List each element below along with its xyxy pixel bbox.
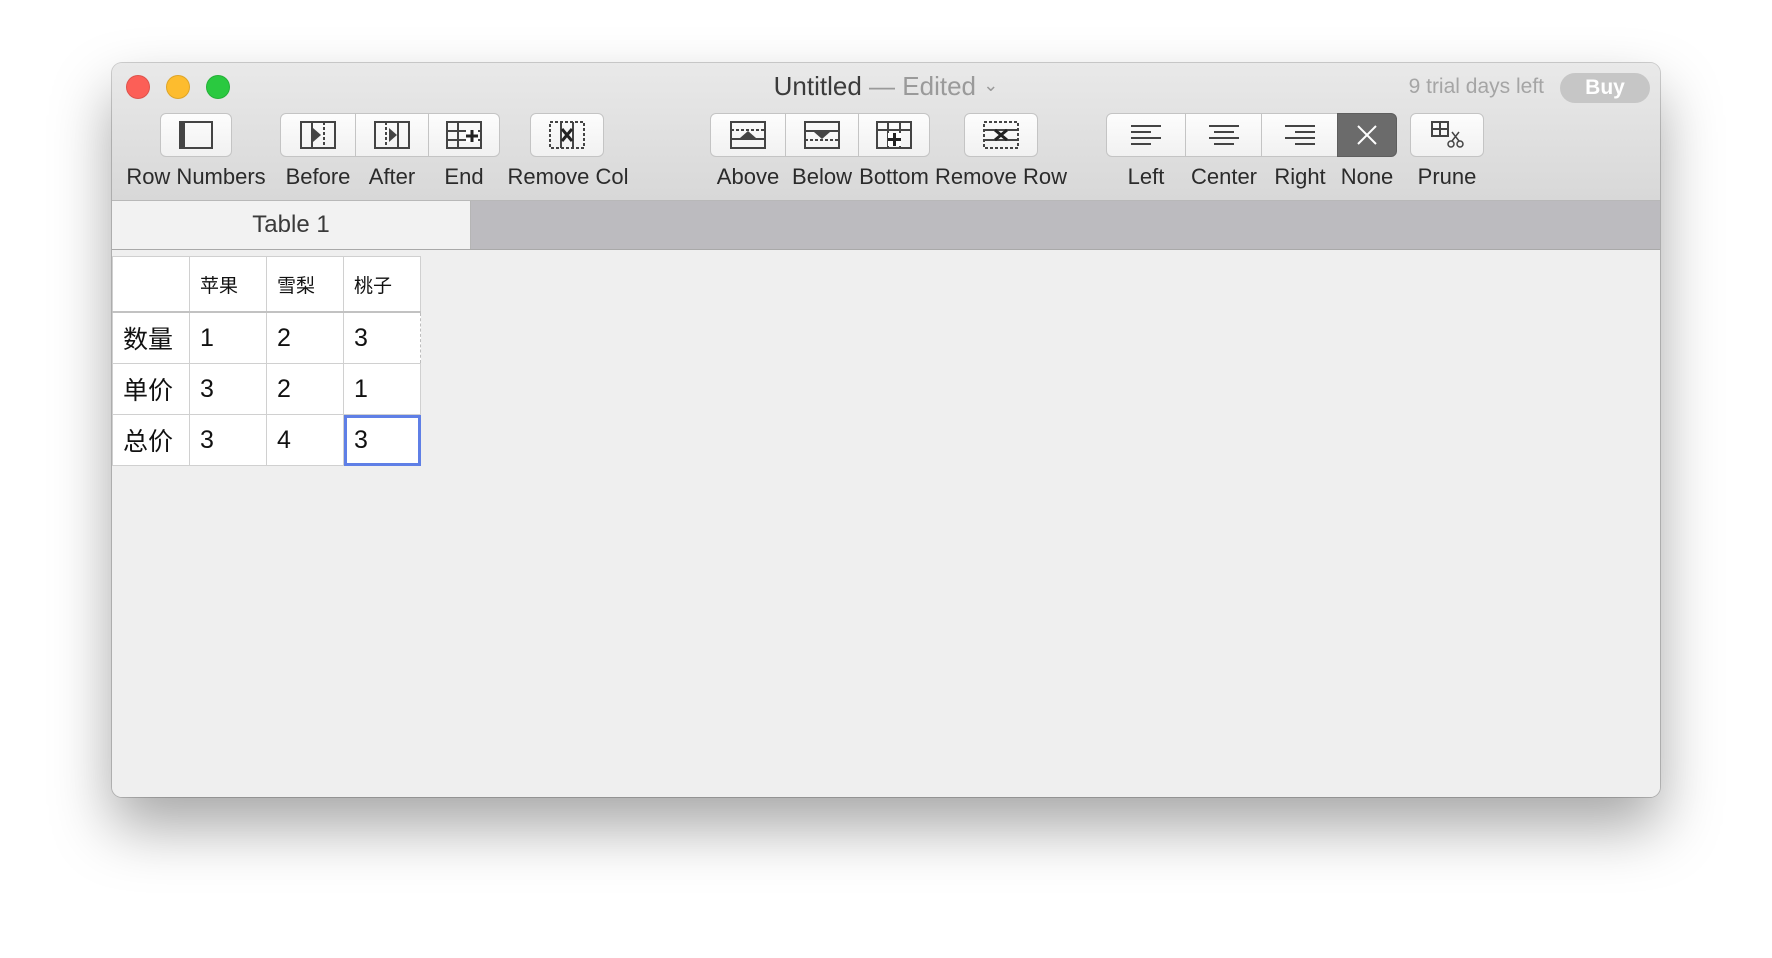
insert-end-icon bbox=[446, 121, 482, 149]
insert-after-icon bbox=[374, 121, 410, 149]
table-row: 单价 3 2 1 bbox=[112, 363, 421, 415]
insert-column-before-button[interactable] bbox=[280, 113, 356, 157]
table-cell[interactable]: 3 bbox=[189, 363, 267, 415]
table-cell[interactable]: 4 bbox=[266, 414, 344, 466]
corner-cell[interactable] bbox=[112, 256, 190, 313]
table-cell[interactable]: 2 bbox=[266, 311, 344, 364]
insert-row-bottom-button[interactable] bbox=[858, 113, 930, 157]
align-left-icon bbox=[1131, 125, 1161, 145]
table-row: 总价 3 4 3 bbox=[112, 414, 421, 466]
prune-label: Prune bbox=[1417, 164, 1477, 189]
center-label: Center bbox=[1190, 164, 1258, 189]
insert-below-icon bbox=[804, 121, 840, 149]
remove-row-label: Remove Row bbox=[934, 164, 1068, 189]
right-label: Right bbox=[1274, 164, 1326, 189]
edited-status: — Edited bbox=[869, 71, 976, 101]
row-header[interactable]: 单价 bbox=[112, 363, 190, 415]
table-canvas: 苹果 雪梨 桃子 数量 1 2 3 单价 3 2 1 总价 3 4 3 bbox=[112, 250, 1660, 797]
remove-column-icon bbox=[549, 121, 585, 149]
remove-row-button[interactable] bbox=[964, 113, 1038, 157]
scissors-icon bbox=[1431, 121, 1464, 148]
close-window-button[interactable] bbox=[126, 75, 150, 99]
row-numbers-label: Row Numbers bbox=[126, 164, 266, 189]
remove-col-label: Remove Col bbox=[507, 164, 629, 189]
prune-button[interactable] bbox=[1410, 113, 1484, 157]
align-center-button[interactable] bbox=[1185, 113, 1262, 157]
table-cell[interactable]: 1 bbox=[189, 311, 267, 364]
remove-row-icon bbox=[983, 121, 1019, 149]
close-icon bbox=[1357, 125, 1377, 145]
none-label: None bbox=[1340, 164, 1394, 189]
insert-column-end-button[interactable] bbox=[428, 113, 500, 157]
table-cell[interactable]: 3 bbox=[189, 414, 267, 466]
align-left-button[interactable] bbox=[1106, 113, 1186, 157]
buy-button[interactable]: Buy bbox=[1560, 73, 1650, 103]
insert-row-above-button[interactable] bbox=[710, 113, 786, 157]
insert-before-icon bbox=[300, 121, 336, 149]
before-label: Before bbox=[285, 164, 351, 189]
sheet-tab-bar: Table 1 bbox=[112, 201, 1660, 250]
row-header[interactable]: 数量 bbox=[112, 311, 190, 364]
zoom-window-button[interactable] bbox=[206, 75, 230, 99]
column-header[interactable]: 雪梨 bbox=[266, 256, 344, 313]
table-cell[interactable]: 3 bbox=[343, 311, 421, 364]
trial-days-text: 9 trial days left bbox=[1408, 75, 1544, 98]
align-right-icon bbox=[1284, 125, 1315, 145]
row-numbers-button[interactable] bbox=[160, 113, 232, 157]
align-none-button[interactable] bbox=[1337, 113, 1397, 157]
insert-row-below-button[interactable] bbox=[785, 113, 859, 157]
column-header[interactable]: 桃子 bbox=[343, 256, 421, 313]
table-row: 数量 1 2 3 bbox=[112, 311, 421, 364]
selected-table-cell[interactable]: 3 bbox=[343, 414, 421, 466]
left-label: Left bbox=[1127, 164, 1165, 189]
row-header[interactable]: 总价 bbox=[112, 414, 190, 466]
insert-bottom-icon bbox=[876, 121, 912, 149]
remove-column-button[interactable] bbox=[530, 113, 604, 157]
after-label: After bbox=[368, 164, 416, 189]
minimize-window-button[interactable] bbox=[166, 75, 190, 99]
table-header-row: 苹果 雪梨 桃子 bbox=[112, 256, 421, 313]
table-cell[interactable]: 1 bbox=[343, 363, 421, 415]
align-center-icon bbox=[1208, 125, 1239, 145]
column-header[interactable]: 苹果 bbox=[189, 256, 267, 313]
app-window: Untitled — Edited ⌄ 9 trial days left Bu… bbox=[112, 63, 1660, 797]
row-numbers-icon bbox=[179, 121, 213, 149]
table-cell[interactable]: 2 bbox=[266, 363, 344, 415]
titlebar-toolbar: Untitled — Edited ⌄ 9 trial days left Bu… bbox=[112, 63, 1660, 201]
data-table: 苹果 雪梨 桃子 数量 1 2 3 单价 3 2 1 总价 3 4 3 bbox=[112, 256, 421, 466]
chevron-down-icon[interactable]: ⌄ bbox=[983, 75, 998, 96]
tab-table-1[interactable]: Table 1 bbox=[112, 201, 471, 249]
align-right-button[interactable] bbox=[1261, 113, 1338, 157]
insert-above-icon bbox=[730, 121, 766, 149]
document-name: Untitled bbox=[773, 71, 862, 101]
insert-column-after-button[interactable] bbox=[355, 113, 429, 157]
